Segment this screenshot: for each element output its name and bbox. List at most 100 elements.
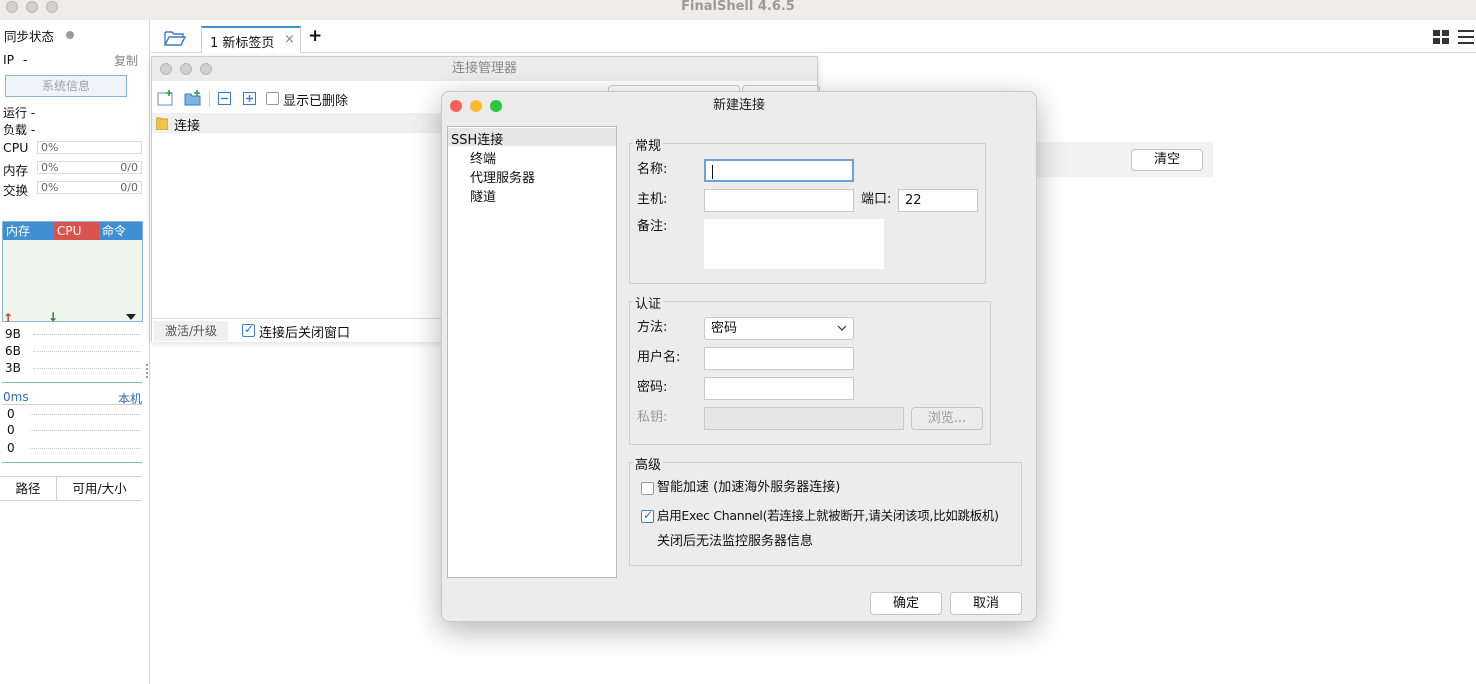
new-connection-icon[interactable] (157, 90, 175, 106)
connection-manager-title: 连接管理器 (152, 57, 817, 81)
text-caret (712, 164, 713, 179)
ping-grid-line (30, 448, 141, 449)
connection-folder-label: 连接 (174, 119, 201, 134)
auth-method-value: 密码 (711, 321, 738, 336)
download-arrow-icon: ↓ (48, 310, 59, 324)
chevron-down-icon (837, 325, 847, 331)
tab-close-icon[interactable]: × (284, 32, 295, 47)
show-deleted-label: 显示已删除 (283, 94, 349, 109)
tab-new-tab[interactable]: 1 新标签页 × (201, 26, 301, 53)
toolbar-separator (209, 91, 210, 107)
connmgr-minimize-button[interactable] (180, 63, 192, 75)
grid-view-icon[interactable] (1433, 30, 1449, 44)
open-folder-icon[interactable] (164, 30, 186, 47)
ip-label: IP (3, 52, 15, 67)
note-textarea[interactable] (704, 219, 884, 269)
copy-ip-link[interactable]: 复制 (114, 52, 138, 69)
name-label: 名称: (637, 162, 668, 177)
auth-group-label: 认证 (633, 293, 664, 312)
new-folder-icon[interactable] (184, 90, 202, 106)
ping-graph-baseline (2, 462, 142, 463)
dialog-maximize-button[interactable] (490, 100, 502, 112)
connmgr-footer: 激活/升级 连接后关闭窗口 (152, 318, 442, 342)
disk-col-path[interactable]: 路径 (0, 477, 57, 500)
ping-tick: 0 (7, 423, 15, 437)
connection-folder-row[interactable]: 连接 (152, 113, 442, 134)
dialog-minimize-button[interactable] (470, 100, 482, 112)
cpu-percent: 0% (41, 141, 59, 154)
ping-tick: 0 (7, 407, 15, 421)
port-input[interactable]: 22 (898, 189, 978, 212)
tree-item-ssh[interactable]: SSH连接 (448, 128, 616, 148)
ping-value: 0ms (3, 390, 29, 404)
swap-label: 交换 (3, 183, 29, 198)
folder-icon (156, 117, 168, 130)
browse-key-button: 浏览... (911, 407, 983, 430)
net-grid-line (33, 351, 141, 352)
disk-table-header: 路径 可用/大小 (0, 476, 142, 501)
net-tick: 3B (5, 361, 21, 375)
dialog-close-button[interactable] (450, 100, 462, 112)
host-input[interactable] (704, 189, 854, 212)
password-input[interactable] (704, 377, 854, 400)
window-titlebar: FinalShell 4.6.5 (0, 0, 1476, 20)
username-label: 用户名: (637, 350, 681, 365)
expand-all-icon[interactable] (243, 92, 256, 105)
collapse-all-icon[interactable] (218, 92, 231, 105)
swap-ratio: 0/0 (120, 181, 138, 194)
connmgr-close-button[interactable] (160, 63, 172, 75)
private-key-label: 私钥: (637, 410, 668, 425)
uptime-label: 运行 - (3, 106, 36, 120)
username-input[interactable] (704, 347, 854, 370)
advanced-group-label: 高级 (633, 454, 664, 473)
note-label: 备注: (637, 219, 668, 234)
smart-accel-checkbox[interactable] (641, 482, 654, 495)
add-tab-icon[interactable]: + (308, 26, 322, 46)
close-after-connect-checkbox[interactable] (242, 322, 255, 337)
dialog-title: 新建连接 (712, 98, 765, 113)
panel-resize-handle[interactable] (146, 364, 150, 378)
net-tick: 9B (5, 327, 21, 341)
system-info-button[interactable]: 系统信息 (5, 75, 127, 97)
clear-button[interactable]: 清空 (1131, 149, 1203, 171)
tree-item-terminal[interactable]: 终端 (470, 148, 496, 167)
ping-grid-line (30, 414, 141, 415)
app-title: FinalShell 4.6.5 (681, 0, 795, 14)
exec-channel-checkbox[interactable] (641, 508, 654, 523)
net-grid-line (33, 368, 141, 369)
load-label: 负载 - (3, 123, 36, 137)
exec-channel-note: 关闭后无法监控服务器信息 (657, 534, 814, 549)
tab-bar: 1 新标签页 × + (151, 20, 1476, 53)
name-input[interactable] (704, 159, 854, 182)
activate-upgrade-button[interactable]: 激活/升级 (154, 321, 228, 341)
proc-col-cpu[interactable]: CPU (54, 222, 99, 240)
close-after-connect-label: 连接后关闭窗口 (259, 326, 351, 341)
tab-label: 1 新标签页 (210, 36, 275, 51)
show-deleted-checkbox[interactable] (266, 92, 279, 105)
connmgr-maximize-button[interactable] (200, 63, 212, 75)
network-interface-dropdown-icon[interactable] (126, 314, 136, 320)
mem-label: 内存 (3, 163, 29, 178)
disk-col-size[interactable]: 可用/大小 (57, 477, 142, 500)
proc-col-cmd[interactable]: 命令 (99, 222, 142, 240)
tree-item-tunnel[interactable]: 隧道 (470, 186, 496, 205)
ip-value: - (23, 52, 28, 67)
mem-ratio: 0/0 (120, 161, 138, 174)
host-label: 主机: (637, 192, 668, 207)
sync-status-indicator (66, 31, 74, 39)
exec-channel-label: 启用Exec Channel(若连接上就被断开,请关闭该项,比如跳板机) (657, 508, 999, 523)
cancel-button[interactable]: 取消 (950, 592, 1022, 615)
net-grid-line (33, 334, 141, 335)
ok-button[interactable]: 确定 (870, 592, 942, 615)
memory-meter: 0% 0/0 (37, 161, 142, 174)
auth-method-select[interactable]: 密码 (704, 317, 854, 340)
menu-icon[interactable] (1458, 30, 1474, 44)
method-label: 方法: (637, 320, 668, 335)
net-tick: 6B (5, 344, 21, 358)
system-monitor-panel: 同步状态 IP - 复制 系统信息 运行 - 负载 - CPU 0% 内存 0%… (0, 20, 150, 684)
output-toolbar: 清空 (1036, 142, 1213, 177)
tree-item-proxy[interactable]: 代理服务器 (470, 167, 535, 186)
proc-col-mem[interactable]: 内存 (3, 222, 54, 240)
process-table: 内存 CPU 命令 (2, 221, 143, 322)
sync-status-label: 同步状态 (4, 29, 55, 44)
